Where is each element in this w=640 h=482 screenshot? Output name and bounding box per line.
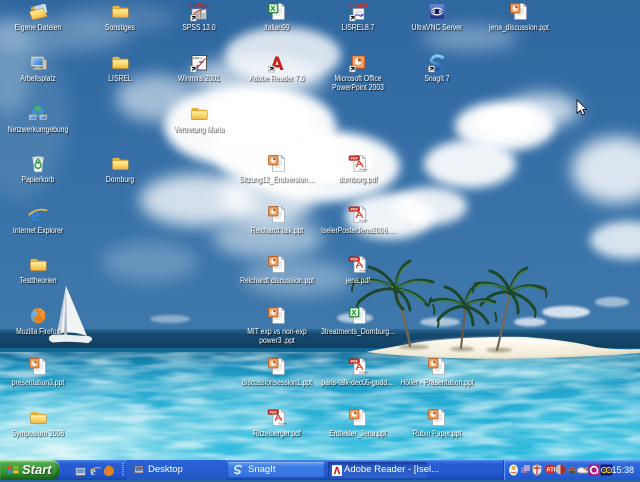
svg-text:Adobe: Adobe	[359, 218, 368, 222]
svg-text:PDF: PDF	[351, 360, 359, 364]
svg-text:PDF: PDF	[351, 258, 359, 262]
svg-text:X: X	[351, 308, 356, 317]
svg-text:e: e	[91, 465, 97, 477]
svg-text:PDF: PDF	[351, 157, 359, 161]
svg-text:PDF: PDF	[351, 208, 359, 212]
svg-text:Adobe: Adobe	[359, 268, 368, 272]
svg-text:e: e	[30, 205, 40, 225]
svg-text:Adobe: Adobe	[359, 370, 368, 374]
svg-text:X: X	[270, 4, 275, 13]
svg-text:Adobe: Adobe	[359, 167, 368, 171]
svg-text:Adobe: Adobe	[278, 421, 287, 425]
svg-text:PDF: PDF	[270, 411, 278, 415]
